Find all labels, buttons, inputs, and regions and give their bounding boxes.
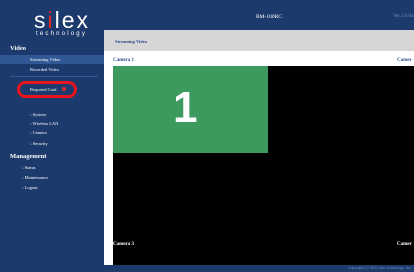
sidebar-item-camera[interactable]: › Camera	[30, 130, 47, 135]
sidebar-item-status[interactable]: › Status	[22, 165, 36, 170]
highlight-ring	[17, 81, 77, 98]
model-name: RM-100RC	[256, 14, 282, 20]
sidebar-item-label: Streaming Video	[30, 57, 61, 62]
sidebar: silex technology Video Streaming Video R…	[0, 0, 104, 272]
camera-3-label: Camera 3	[113, 242, 134, 247]
sidebar-item-recorded-video[interactable]: Recorded Video	[30, 67, 59, 72]
page-title-bar: Streaming Video	[104, 30, 414, 51]
silex-logo: silex	[34, 7, 91, 33]
video-section-heading: Video	[10, 45, 27, 52]
management-section-heading: Management	[10, 153, 47, 160]
main-content: Streaming Video Camera 1 Camer 1 Camera …	[104, 30, 414, 266]
sidebar-item-system[interactable]: › System	[30, 112, 46, 117]
camera-4-label: Camer	[397, 242, 412, 247]
video-grid[interactable]: 1	[113, 66, 414, 266]
camera-2-label: Camer	[397, 58, 412, 63]
footer: Copyright (C) 2021 silex technology, Inc…	[104, 265, 414, 272]
camera-1-label: Camera 1	[113, 58, 134, 63]
sidebar-item-streaming-video[interactable]: Streaming Video	[0, 55, 104, 64]
firmware-version: Ver.1.0.0a	[393, 14, 414, 19]
logo-tagline: technology	[36, 31, 88, 37]
copyright-text: Copyright (C) 2021 silex technology, Inc…	[348, 266, 412, 270]
camera-1-tile[interactable]: 1	[113, 66, 268, 153]
sidebar-divider	[10, 76, 98, 77]
sidebar-item-logout[interactable]: › Logout	[22, 185, 38, 190]
page-title: Streaming Video	[115, 39, 148, 44]
sidebar-item-wireless-lan[interactable]: › Wireless LAN	[30, 121, 58, 126]
camera-number: 1	[173, 83, 198, 132]
sidebar-item-maintenance[interactable]: › Maintenance	[22, 175, 48, 180]
sidebar-item-security[interactable]: › Security	[30, 141, 48, 146]
